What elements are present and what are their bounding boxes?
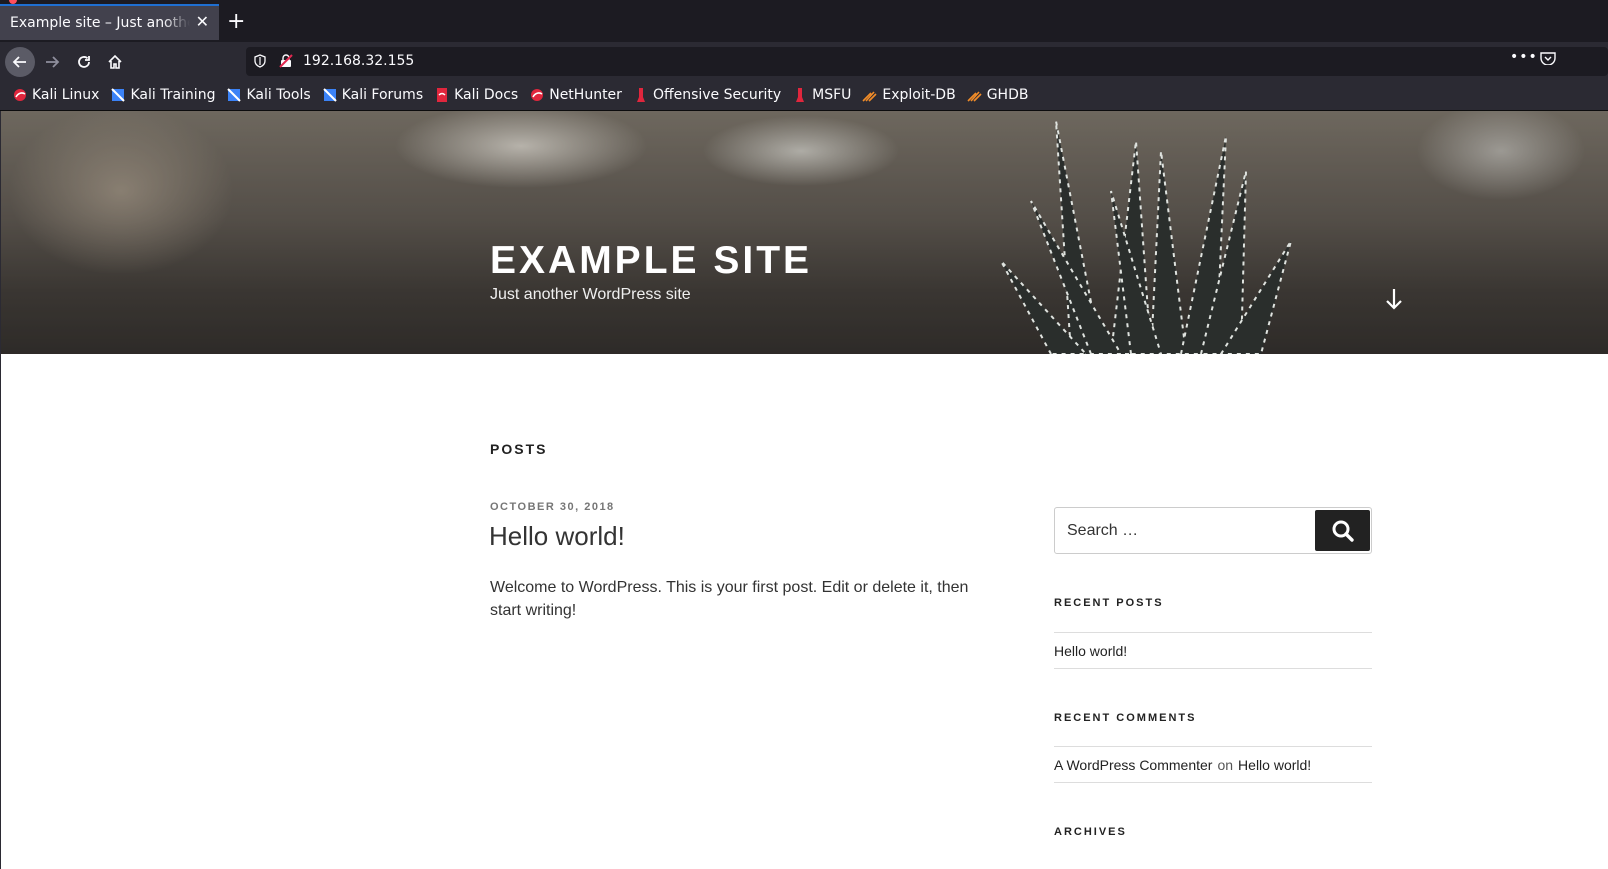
arrow-right-icon <box>46 56 60 68</box>
pocket-icon[interactable] <box>1540 51 1556 65</box>
more-options-icon[interactable]: ••• <box>1510 49 1538 65</box>
search-button[interactable] <box>1315 510 1370 551</box>
bookmark-label: MSFU <box>812 87 852 103</box>
tab-title: Example site – Just another WordPress si… <box>10 15 190 31</box>
site-title[interactable]: Example site <box>490 239 812 283</box>
post-title[interactable]: Hello world! <box>489 521 625 552</box>
url-bar[interactable]: 192.168.32.155 <box>246 47 1608 76</box>
kali-dragon-icon <box>14 89 26 101</box>
bookmark-label: GHDB <box>986 87 1029 103</box>
bookmark-label: Kali Tools <box>246 87 311 103</box>
kali-training-icon <box>111 88 126 102</box>
bookmark-kali-forums[interactable]: Kali Forums <box>322 87 423 103</box>
bookmark-kali-tools[interactable]: Kali Tools <box>226 87 311 103</box>
home-icon <box>108 54 122 69</box>
bookmark-ghdb[interactable]: GHDB <box>967 87 1029 103</box>
back-button[interactable] <box>5 47 35 77</box>
bookmark-label: Kali Docs <box>454 87 519 103</box>
exploit-db-icon <box>862 91 877 102</box>
close-icon[interactable]: ✕ <box>196 14 209 30</box>
bookmark-kali-linux[interactable]: Kali Linux <box>12 87 99 103</box>
bookmarks-toolbar: Kali Linux Kali Training Kali Tools Kali… <box>0 80 1608 111</box>
search-icon <box>1332 520 1354 542</box>
bookmark-label: Kali Forums <box>341 87 424 103</box>
bookmark-kali-training[interactable]: Kali Training <box>110 87 215 103</box>
tab-bar: Example site – Just another WordPress si… <box>0 0 1608 42</box>
page-title: Posts <box>490 441 548 457</box>
offsec-icon <box>636 88 645 102</box>
post-date[interactable]: OCTOBER 30, 2018 <box>490 501 615 513</box>
recent-posts-title: RECENT POSTS <box>1054 597 1164 609</box>
shield-icon[interactable] <box>253 54 267 68</box>
recent-comments-title: RECENT COMMENTS <box>1054 712 1197 724</box>
recent-post-link[interactable]: Hello world! <box>1054 643 1127 659</box>
page-viewport: Example site Just another WordPress site… <box>0 111 1608 869</box>
search-form <box>1054 507 1372 554</box>
ghdb-icon <box>967 91 982 102</box>
plant-image <box>1000 120 1292 354</box>
reload-icon <box>78 56 90 68</box>
bookmark-nethunter[interactable]: NetHunter <box>529 87 622 103</box>
bookmark-offensive-security[interactable]: Offensive Security <box>633 87 781 103</box>
arrow-left-icon <box>12 56 26 68</box>
kali-tools-icon <box>227 88 242 102</box>
tab-active[interactable]: Example site – Just another WordPress si… <box>0 4 219 40</box>
home-button[interactable] <box>100 47 130 77</box>
bookmark-label: Exploit-DB <box>882 87 956 103</box>
recent-posts-list: Hello world! <box>1054 632 1372 669</box>
insecure-lock-icon[interactable] <box>279 54 293 68</box>
kali-forums-icon <box>322 88 337 102</box>
post-content: Welcome to WordPress. This is your first… <box>490 579 969 619</box>
url-text: 192.168.32.155 <box>303 53 415 69</box>
search-input[interactable] <box>1055 508 1315 553</box>
forward-button[interactable] <box>37 47 67 77</box>
bookmark-label: Kali Training <box>130 87 216 103</box>
msfu-icon <box>796 88 805 102</box>
bookmark-label: Kali Linux <box>32 87 100 103</box>
new-tab-button[interactable]: + <box>227 11 245 33</box>
comment-on-text: on <box>1217 756 1234 773</box>
comment-post-link[interactable]: Hello world! <box>1238 757 1311 773</box>
navigation-toolbar: 192.168.32.155 ••• <box>0 42 1608 80</box>
bookmark-label: NetHunter <box>549 87 622 103</box>
archives-title: ARCHIVES <box>1054 826 1127 838</box>
nethunter-icon <box>531 89 544 101</box>
kali-docs-icon <box>437 88 448 102</box>
bookmark-label: Offensive Security <box>652 87 782 103</box>
reload-button[interactable] <box>69 47 99 77</box>
header-image: Example site Just another WordPress site <box>1 111 1608 354</box>
bookmark-kali-docs[interactable]: Kali Docs <box>434 87 518 103</box>
comment-author-link[interactable]: A WordPress Commenter <box>1054 757 1212 773</box>
site-description: Just another WordPress site <box>490 286 691 303</box>
bookmark-exploit-db[interactable]: Exploit-DB <box>862 87 956 103</box>
arrow-down-icon[interactable] <box>1384 287 1404 311</box>
recent-comments-list: A WordPress Commenter on Hello world! <box>1054 746 1372 783</box>
bookmark-msfu[interactable]: MSFU <box>792 87 851 103</box>
